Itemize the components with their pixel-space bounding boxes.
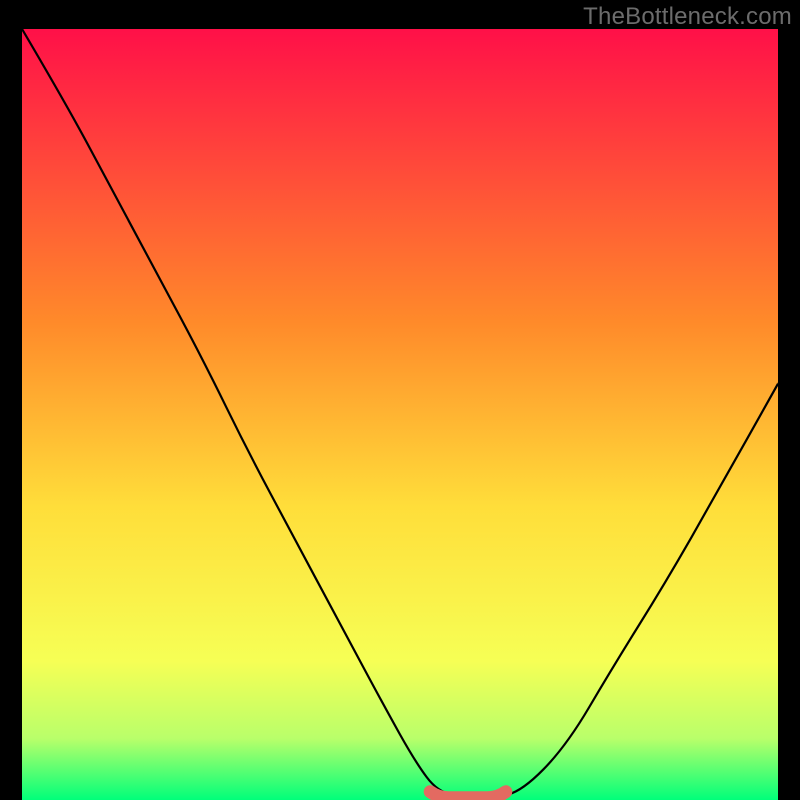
bottleneck-curve	[22, 29, 778, 800]
watermark-text: TheBottleneck.com	[583, 3, 792, 31]
plot-area	[22, 29, 778, 800]
chart-frame: TheBottleneck.com	[0, 0, 800, 800]
